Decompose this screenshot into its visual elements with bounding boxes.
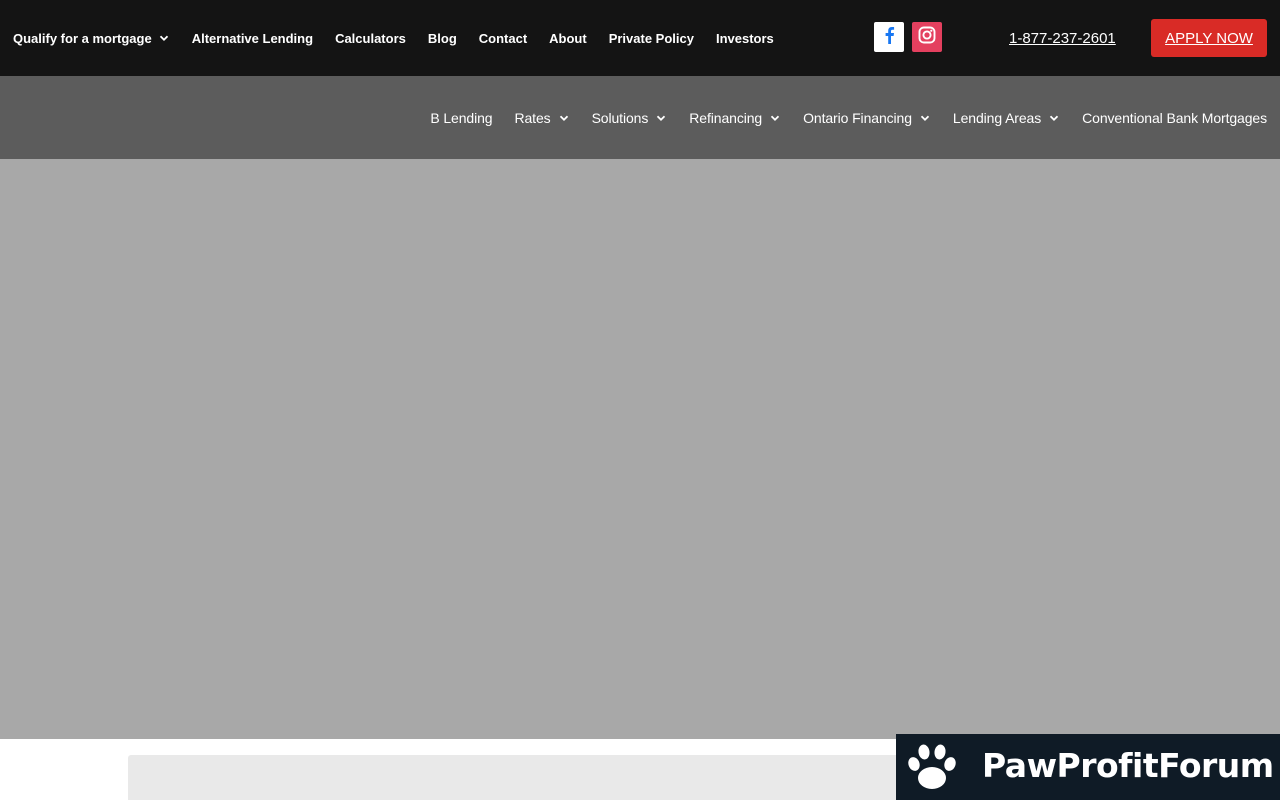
- watermark-banner: PawProfitForum: [896, 734, 1280, 800]
- instagram-icon: [918, 26, 936, 49]
- top-nav: Qualify for a mortgage Alternative Lendi…: [13, 0, 774, 76]
- watermark-text: PawProfitForum: [982, 746, 1274, 785]
- sec-nav-item-rates[interactable]: Rates: [514, 110, 569, 126]
- top-nav-item-alternative-lending[interactable]: Alternative Lending: [192, 31, 313, 46]
- top-nav-item-blog[interactable]: Blog: [428, 31, 457, 46]
- phone-link[interactable]: 1-877-237-2601: [1009, 30, 1116, 47]
- apply-now-button[interactable]: APPLY NOW: [1151, 19, 1267, 57]
- sec-nav-label: Solutions: [591, 109, 649, 126]
- sec-nav-label: Conventional Bank Mortgages: [1082, 109, 1267, 126]
- sec-nav-label: Refinancing: [689, 109, 763, 126]
- chevron-down-icon: [1048, 112, 1060, 124]
- top-nav-label: Investors: [715, 30, 774, 46]
- top-nav-item-private-policy[interactable]: Private Policy: [609, 31, 694, 46]
- top-nav-item-about[interactable]: About: [549, 31, 587, 46]
- chevron-down-icon: [158, 32, 170, 44]
- top-nav-item-qualify[interactable]: Qualify for a mortgage: [13, 31, 170, 46]
- sec-nav-item-b-lending[interactable]: B Lending: [430, 110, 492, 126]
- top-nav-item-calculators[interactable]: Calculators: [335, 31, 406, 46]
- paw-icon: [904, 740, 960, 794]
- sec-nav-item-lending-areas[interactable]: Lending Areas: [953, 110, 1060, 126]
- top-bar: Qualify for a mortgage Alternative Lendi…: [0, 0, 1280, 76]
- secondary-nav-bar: B Lending Rates Solutions Refinancing On…: [0, 76, 1280, 159]
- chevron-down-icon: [769, 112, 781, 124]
- facebook-icon: [883, 26, 895, 49]
- top-nav-label: About: [549, 30, 587, 46]
- chevron-down-icon: [558, 112, 570, 124]
- top-nav-label: Calculators: [335, 30, 406, 46]
- top-nav-label: Qualify for a mortgage: [13, 30, 152, 46]
- top-nav-label: Contact: [478, 30, 528, 46]
- top-nav-item-contact[interactable]: Contact: [479, 31, 527, 46]
- sec-nav-label: Ontario Financing: [803, 109, 912, 126]
- top-nav-label: Alternative Lending: [191, 30, 314, 46]
- sec-nav-label: Rates: [514, 109, 551, 126]
- chevron-down-icon: [655, 112, 667, 124]
- sec-nav-item-solutions[interactable]: Solutions: [592, 110, 668, 126]
- sec-nav-label: Lending Areas: [952, 109, 1042, 126]
- top-nav-label: Private Policy: [608, 30, 694, 46]
- sec-nav-item-refinancing[interactable]: Refinancing: [689, 110, 781, 126]
- chevron-down-icon: [919, 112, 931, 124]
- top-nav-item-investors[interactable]: Investors: [716, 31, 774, 46]
- sec-nav-label: B Lending: [430, 109, 493, 126]
- facebook-link[interactable]: [874, 22, 904, 52]
- sec-nav-item-ontario-financing[interactable]: Ontario Financing: [803, 110, 931, 126]
- sec-nav-item-conventional-bank-mortgages[interactable]: Conventional Bank Mortgages: [1082, 110, 1267, 126]
- hero-banner: [0, 159, 1280, 739]
- instagram-link[interactable]: [912, 22, 942, 52]
- secondary-nav: B Lending Rates Solutions Refinancing On…: [430, 76, 1267, 159]
- top-nav-label: Blog: [427, 30, 457, 46]
